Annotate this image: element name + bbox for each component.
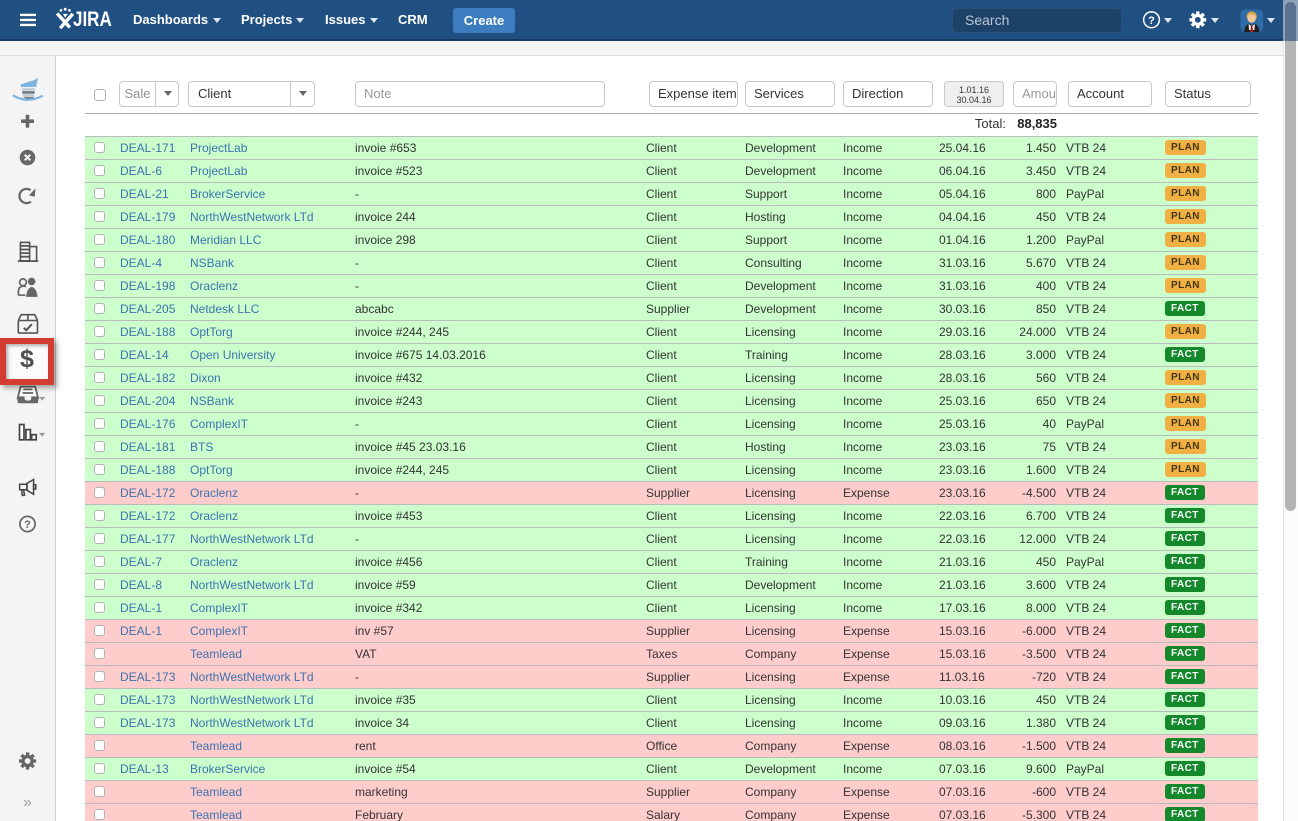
svg-text:»: »	[23, 794, 32, 811]
svg-text:?: ?	[1148, 15, 1155, 27]
svg-text:?: ?	[24, 519, 31, 531]
